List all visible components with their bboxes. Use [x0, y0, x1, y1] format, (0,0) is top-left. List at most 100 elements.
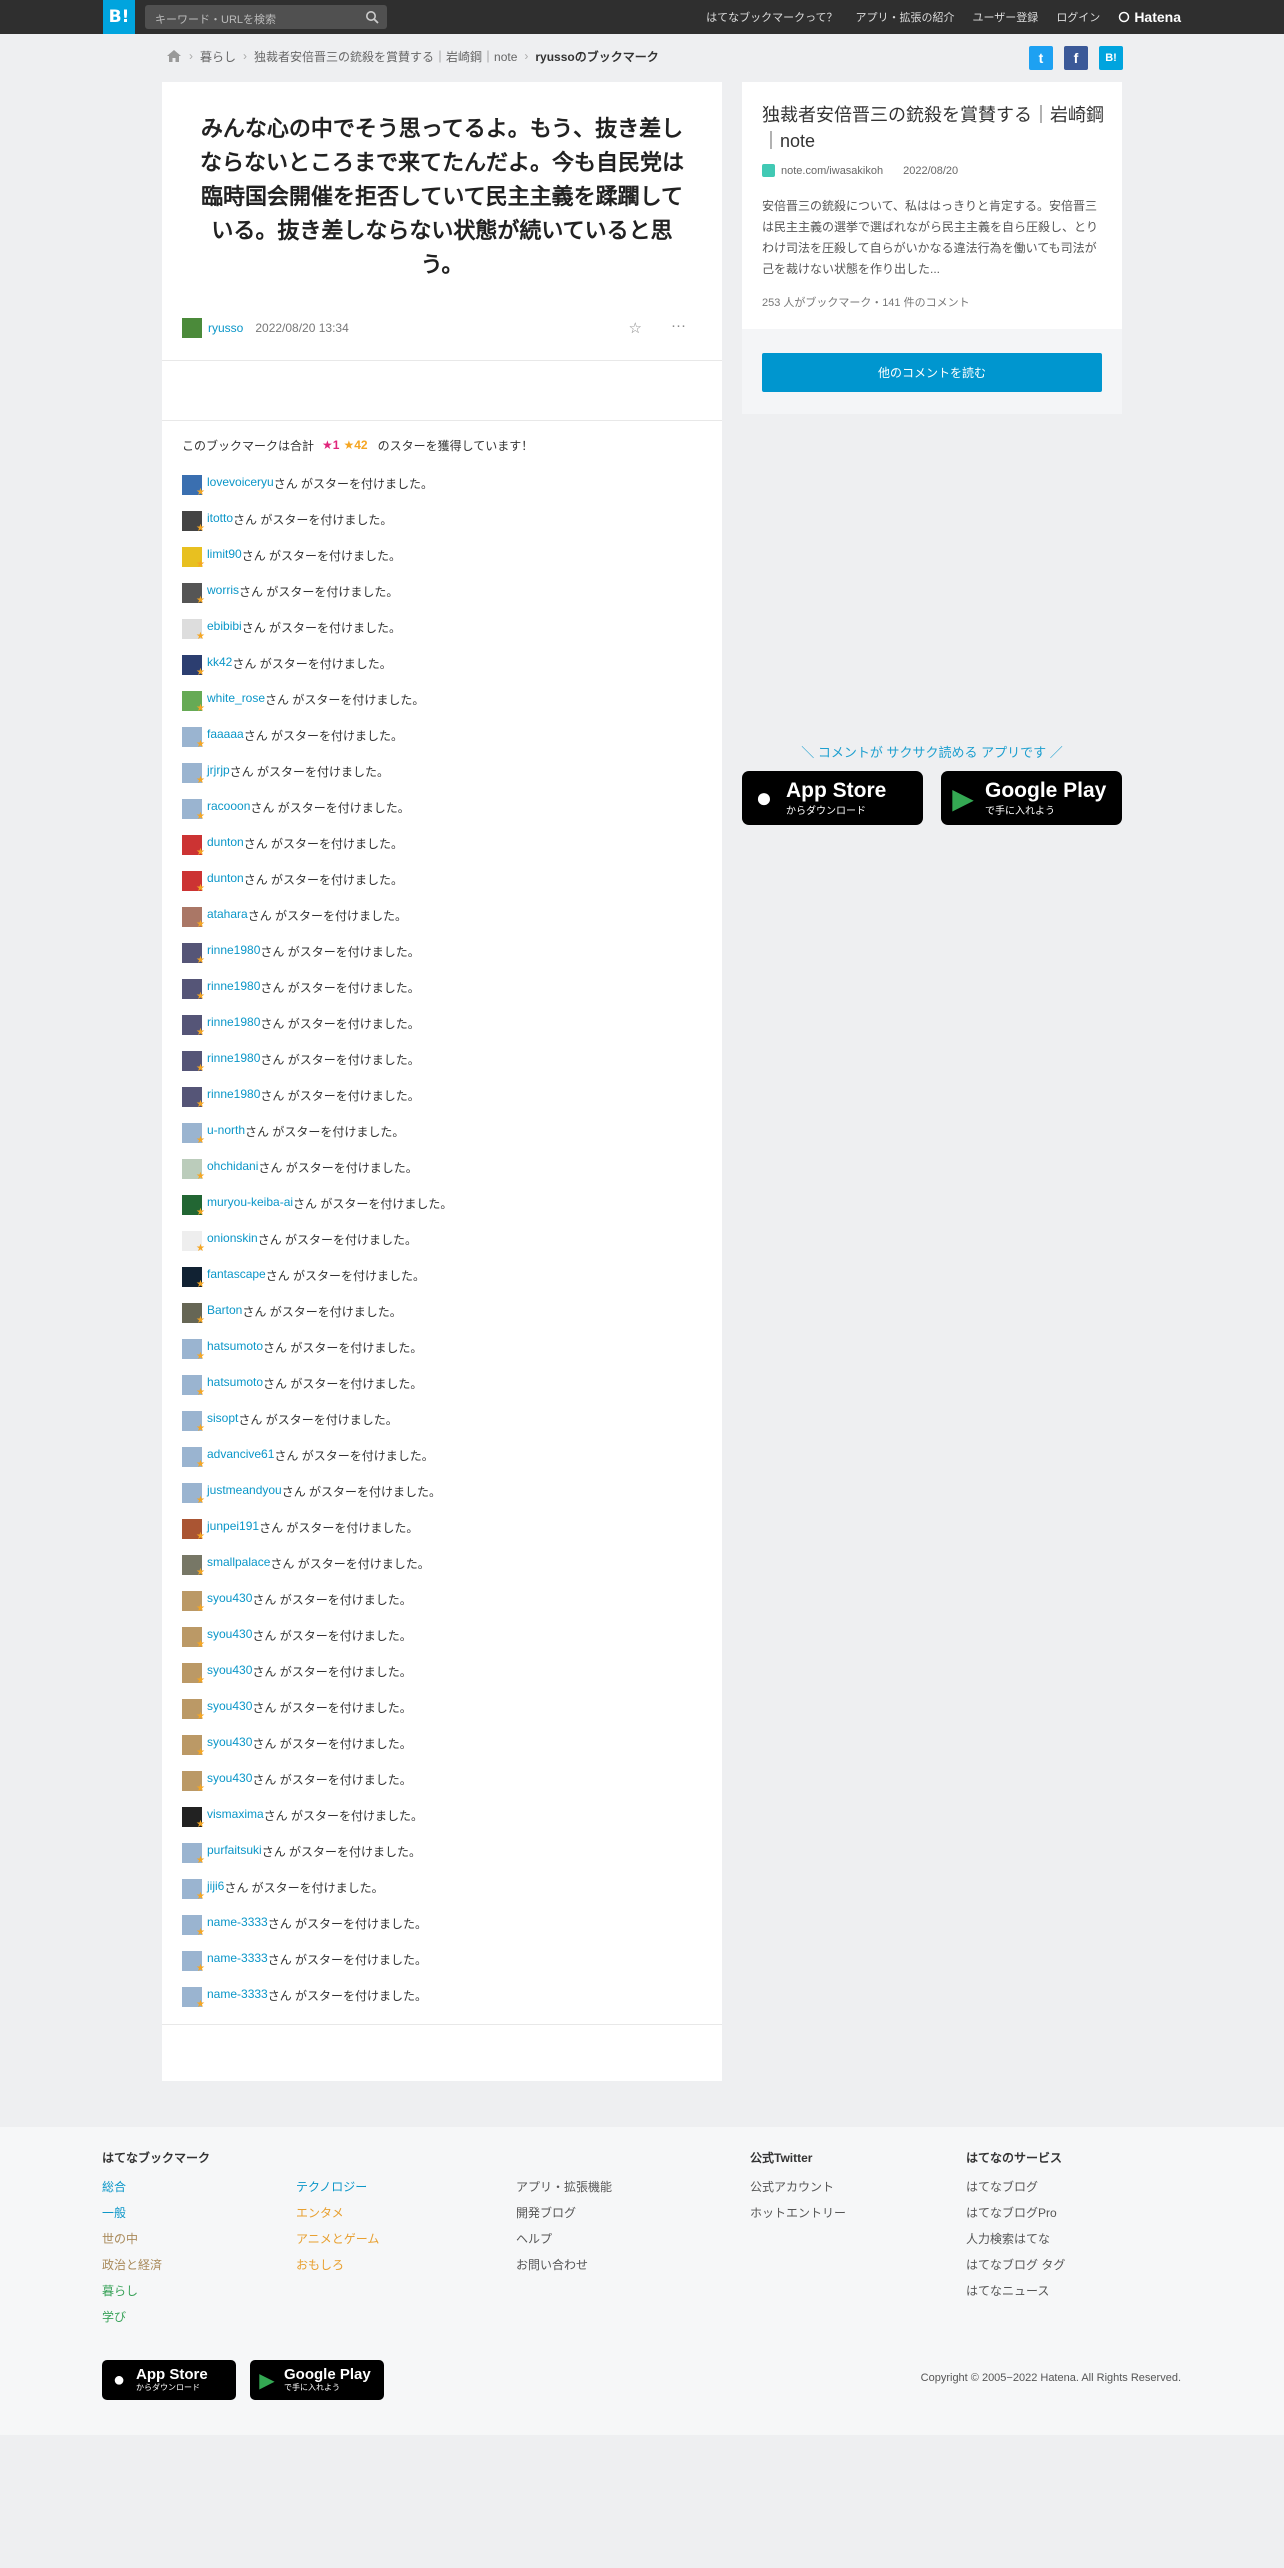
star-user-link[interactable]: ohchidani — [207, 1159, 258, 1173]
star-user-link[interactable]: onionskin — [207, 1231, 258, 1245]
avatar[interactable] — [182, 318, 202, 338]
footer-link[interactable]: 人力検索はてな — [966, 2230, 1065, 2256]
star-user-link[interactable]: muryou-keiba-ai — [207, 1195, 293, 1209]
star-user-link[interactable]: rinne1980 — [207, 1087, 260, 1101]
avatar[interactable]: ★ — [182, 1483, 205, 1506]
entry-site[interactable]: note.com/iwasakikoh — [781, 165, 883, 177]
footer-link[interactable]: 総合 — [102, 2178, 210, 2204]
avatar[interactable]: ★ — [182, 1807, 205, 1830]
avatar[interactable]: ★ — [182, 799, 205, 822]
more-menu-icon[interactable]: ··· — [671, 317, 686, 334]
star-user-link[interactable]: dunton — [207, 835, 244, 849]
footer-link[interactable]: はてなブログ — [966, 2178, 1065, 2204]
footer-link[interactable]: 政治と経済 — [102, 2256, 210, 2282]
avatar[interactable]: ★ — [182, 1591, 205, 1614]
footer-link[interactable]: おもしろ — [296, 2256, 379, 2282]
star-user-link[interactable]: justmeandyou — [207, 1483, 282, 1497]
avatar[interactable]: ★ — [182, 1087, 205, 1110]
hatena-brand-link[interactable]: Hatena — [1118, 9, 1181, 25]
footer-link[interactable]: はてなブログ タグ — [966, 2256, 1065, 2282]
star-user-link[interactable]: white_rose — [207, 691, 265, 705]
footer-link[interactable]: 開発ブログ — [516, 2204, 612, 2230]
footer-link[interactable]: 公式アカウント — [750, 2178, 846, 2204]
add-star-icon[interactable]: ☆ — [629, 319, 642, 337]
star-user-link[interactable]: name-3333 — [207, 1951, 268, 1965]
star-user-link[interactable]: name-3333 — [207, 1915, 268, 1929]
star-user-link[interactable]: syou430 — [207, 1627, 252, 1641]
search-icon[interactable] — [365, 10, 379, 24]
star-user-link[interactable]: smallpalace — [207, 1555, 270, 1569]
footer-link[interactable]: 世の中 — [102, 2230, 210, 2256]
avatar[interactable]: ★ — [182, 727, 205, 750]
star-user-link[interactable]: limit90 — [207, 547, 242, 561]
avatar[interactable]: ★ — [182, 1303, 205, 1326]
star-user-link[interactable]: rinne1980 — [207, 943, 260, 957]
footer-link[interactable]: テクノロジー — [296, 2178, 379, 2204]
avatar[interactable]: ★ — [182, 1159, 205, 1182]
nav-apps[interactable]: アプリ・拡張の紹介 — [856, 9, 955, 25]
avatar[interactable]: ★ — [182, 871, 205, 894]
star-user-link[interactable]: Barton — [207, 1303, 242, 1317]
footer-link[interactable]: ヘルプ — [516, 2230, 612, 2256]
home-icon[interactable] — [166, 49, 182, 63]
avatar[interactable]: ★ — [182, 1375, 205, 1398]
breadcrumb-entry[interactable]: 独裁者安倍晋三の銃殺を賞賛する｜岩崎鋼｜note — [254, 48, 517, 65]
avatar[interactable]: ★ — [182, 1051, 205, 1074]
footer-link[interactable]: アニメとゲーム — [296, 2230, 379, 2256]
footer-google-play-badge[interactable]: ▶ Google Play で手に入れよう — [250, 2360, 384, 2400]
footer-link[interactable]: アプリ・拡張機能 — [516, 2178, 612, 2204]
avatar[interactable]: ★ — [182, 979, 205, 1002]
entry-counts[interactable]: 253 人がブックマーク・141 件のコメント — [762, 294, 970, 310]
avatar[interactable]: ★ — [182, 583, 205, 606]
hatena-share-button[interactable]: B! — [1099, 46, 1123, 70]
footer-link[interactable]: はてなブログPro — [966, 2204, 1065, 2230]
avatar[interactable]: ★ — [182, 1015, 205, 1038]
star-user-link[interactable]: rinne1980 — [207, 1015, 260, 1029]
star-user-link[interactable]: fantascape — [207, 1267, 266, 1281]
star-user-link[interactable]: worris — [207, 583, 239, 597]
nav-login[interactable]: ログイン — [1056, 9, 1100, 25]
avatar[interactable]: ★ — [182, 943, 205, 966]
avatar[interactable]: ★ — [182, 1699, 205, 1722]
avatar[interactable]: ★ — [182, 1915, 205, 1938]
avatar[interactable]: ★ — [182, 1555, 205, 1578]
bookmark-user[interactable]: ryusso — [208, 321, 243, 335]
avatar[interactable]: ★ — [182, 1267, 205, 1290]
avatar[interactable]: ★ — [182, 475, 205, 498]
facebook-share-button[interactable]: f — [1064, 46, 1088, 70]
star-user-link[interactable]: vismaxima — [207, 1807, 264, 1821]
footer-link[interactable]: 一般 — [102, 2204, 210, 2230]
avatar[interactable]: ★ — [182, 511, 205, 534]
avatar[interactable]: ★ — [182, 691, 205, 714]
star-user-link[interactable]: syou430 — [207, 1663, 252, 1677]
avatar[interactable]: ★ — [182, 1231, 205, 1254]
star-user-link[interactable]: purfaitsuki — [207, 1843, 262, 1857]
footer-link[interactable]: 暮らし — [102, 2282, 210, 2308]
avatar[interactable]: ★ — [182, 1879, 205, 1902]
star-user-link[interactable]: faaaaa — [207, 727, 244, 741]
star-user-link[interactable]: rinne1980 — [207, 979, 260, 993]
star-user-link[interactable]: u-north — [207, 1123, 245, 1137]
footer-link[interactable]: はてなニュース — [966, 2282, 1065, 2308]
avatar[interactable]: ★ — [182, 1987, 205, 2010]
avatar[interactable]: ★ — [182, 655, 205, 678]
avatar[interactable]: ★ — [182, 1663, 205, 1686]
star-user-link[interactable]: junpei191 — [207, 1519, 259, 1533]
avatar[interactable]: ★ — [182, 1519, 205, 1542]
star-user-link[interactable]: rinne1980 — [207, 1051, 260, 1065]
avatar[interactable]: ★ — [182, 1735, 205, 1758]
star-user-link[interactable]: syou430 — [207, 1771, 252, 1785]
star-user-link[interactable]: syou430 — [207, 1699, 252, 1713]
star-user-link[interactable]: hatsumoto — [207, 1375, 263, 1389]
footer-app-store-badge[interactable]: ● App Store からダウンロード — [102, 2360, 236, 2400]
star-user-link[interactable]: lovevoiceryu — [207, 475, 274, 489]
avatar[interactable]: ★ — [182, 1951, 205, 1974]
footer-link[interactable]: ホットエントリー — [750, 2204, 846, 2230]
avatar[interactable]: ★ — [182, 763, 205, 786]
search-input[interactable]: キーワード・URLを検索 — [145, 5, 387, 29]
twitter-share-button[interactable]: t — [1029, 46, 1053, 70]
google-play-badge[interactable]: ▶ Google Play で手に入れよう — [941, 771, 1122, 825]
other-comments-button[interactable]: 他のコメントを読む — [762, 353, 1102, 392]
star-user-link[interactable]: jiji6 — [207, 1879, 224, 1893]
avatar[interactable]: ★ — [182, 1339, 205, 1362]
